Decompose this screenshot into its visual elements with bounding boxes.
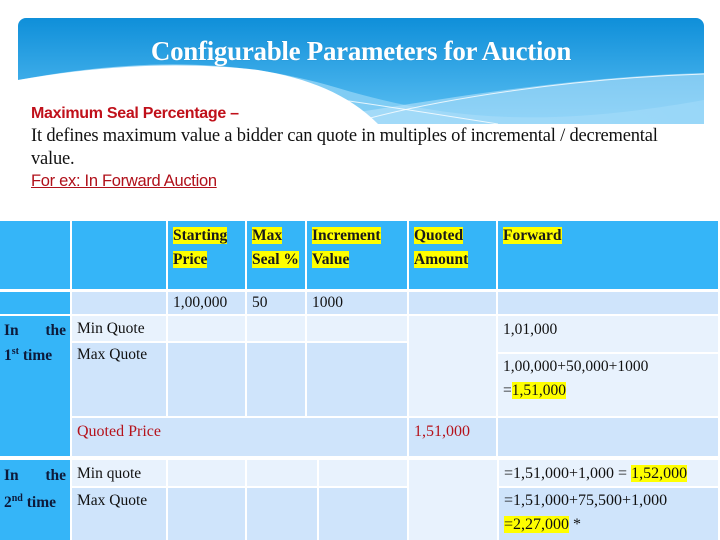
quoted-amount-blank <box>409 292 496 314</box>
header-blank-2 <box>72 221 166 289</box>
first-min-blank-2 <box>247 316 305 341</box>
first-min-quote-label: Min Quote <box>72 316 166 341</box>
header-starting-price: Starting Price <box>168 221 245 289</box>
second-max-quote-label: Max Quote <box>72 488 166 540</box>
second-max-blank-2 <box>247 488 317 540</box>
first-max-blank-1 <box>168 343 245 416</box>
first-time-label: In the 1st time <box>0 316 70 456</box>
header-forward: Forward <box>498 221 718 289</box>
header-max-seal: Max Seal % <box>247 221 305 289</box>
first-max-blank-2 <box>247 343 305 416</box>
second-min-quote-label: Min quote <box>72 460 166 486</box>
values-row-blank <box>0 292 70 314</box>
second-min-result: 1,52,000 <box>631 465 688 482</box>
auction-example-table: Starting Price Max Seal % Increment Valu… <box>0 0 720 540</box>
second-quoted-amount-blank <box>409 460 497 540</box>
first-quoted-price-label: Quoted Price <box>72 418 407 456</box>
second-max-blank-3 <box>319 488 407 540</box>
increment-value: 1000 <box>307 292 407 314</box>
header-quoted-amount: Quoted Amount <box>409 221 496 289</box>
starting-price-value: 1,00,000 <box>168 292 245 314</box>
header-increment-value: Increment Value <box>307 221 407 289</box>
second-min-value: =1,51,000+1,000 = 1,52,000 <box>499 460 718 486</box>
first-max-result: 1,51,000 <box>511 382 566 399</box>
second-min-blank-1 <box>168 460 245 486</box>
second-max-blank-1 <box>168 488 245 540</box>
max-seal-value: 50 <box>247 292 305 314</box>
header-blank-1 <box>0 221 70 289</box>
first-quoted-price-blank <box>498 418 718 456</box>
second-max-value: =1,51,000+75,500+1,000 =2,27,000 * <box>499 488 718 540</box>
first-min-value: 1,01,000 <box>498 316 718 352</box>
values-row-label <box>72 292 166 314</box>
forward-blank <box>498 292 718 314</box>
second-time-label: In the 2nd time <box>0 460 70 540</box>
first-max-blank-3 <box>307 343 407 416</box>
second-max-result: =2,27,000 <box>504 516 570 533</box>
first-max-value: 1,00,000+50,000+1000 =1,51,000 <box>498 354 718 416</box>
first-min-blank-1 <box>168 316 245 341</box>
second-min-blank-2 <box>247 460 317 486</box>
first-quoted-price-value: 1,51,000 <box>409 418 496 456</box>
first-max-quote-label: Max Quote <box>72 343 166 416</box>
second-min-blank-3 <box>319 460 407 486</box>
first-quoted-amount-blank <box>409 316 496 416</box>
first-min-blank-3 <box>307 316 407 341</box>
